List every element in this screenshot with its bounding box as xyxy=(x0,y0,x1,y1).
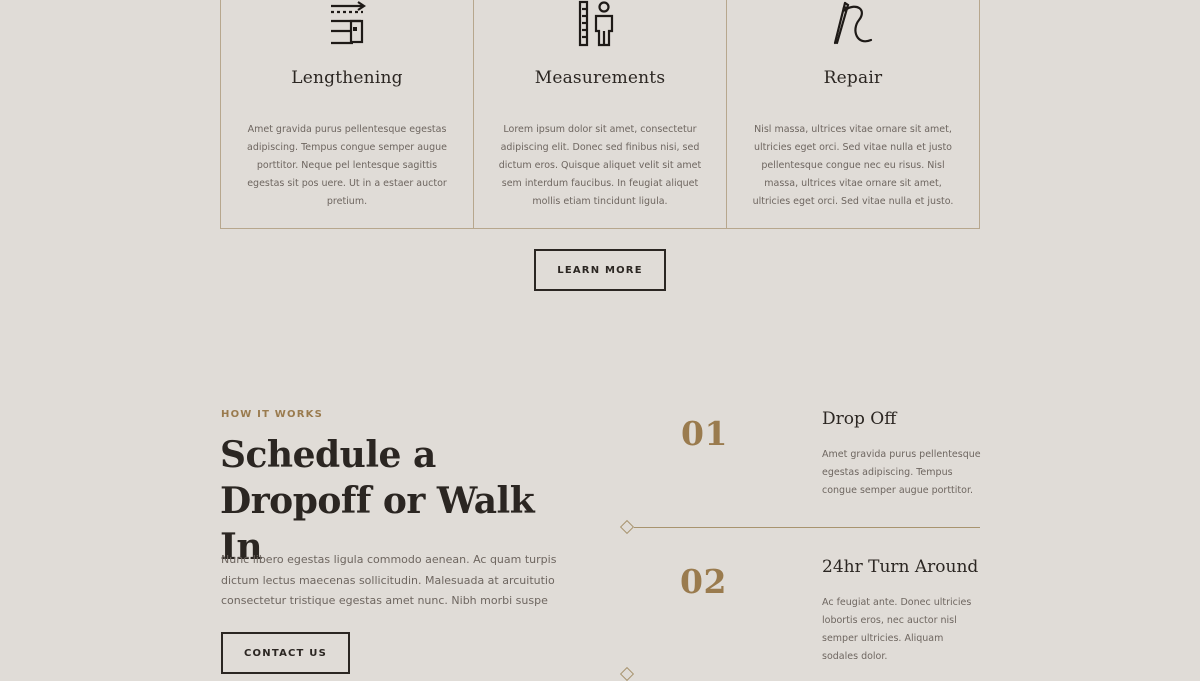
service-description: Nisl massa, ultrices vitae ornare sit am… xyxy=(752,124,954,207)
step-number: 02 xyxy=(680,562,727,601)
service-title: Repair xyxy=(823,68,883,88)
service-title: Lengthening xyxy=(291,68,403,88)
section-eyebrow: HOW IT WORKS xyxy=(221,409,323,420)
measuring-tape-icon xyxy=(331,1,366,45)
learn-more-button[interactable]: LEARN MORE xyxy=(534,249,666,291)
service-description: Amet gravida purus pellentesque egestas … xyxy=(247,124,447,207)
needle-thread-icon xyxy=(833,1,873,45)
service-card-measurements: Measurements Lorem ipsum dolor sit amet,… xyxy=(474,0,727,228)
service-description: Lorem ipsum dolor sit amet, consectetur … xyxy=(498,124,702,207)
timeline-diamond xyxy=(619,519,635,535)
timeline-divider xyxy=(634,527,980,528)
ruler-person-icon xyxy=(578,0,614,47)
timeline-diamond xyxy=(619,666,635,681)
section-body: Nunc libero egestas ligula commodo aenea… xyxy=(221,553,557,607)
service-title: Measurements xyxy=(534,68,666,88)
contact-us-button[interactable]: CONTACT US xyxy=(221,632,350,674)
service-card-lengthening: Lengthening Amet gravida purus pellentes… xyxy=(221,0,474,228)
step-description: Amet gravida purus pellentesque egestas … xyxy=(822,449,981,496)
step-description: Ac feugiat ante. Donec ultricies loborti… xyxy=(822,597,972,662)
step-title: 24hr Turn Around xyxy=(822,557,979,577)
step-number: 01 xyxy=(681,414,728,453)
services-grid: Lengthening Amet gravida purus pellentes… xyxy=(220,0,980,229)
service-card-repair: Repair Nisl massa, ultrices vitae ornare… xyxy=(727,0,979,228)
step-title: Drop Off xyxy=(822,409,897,429)
